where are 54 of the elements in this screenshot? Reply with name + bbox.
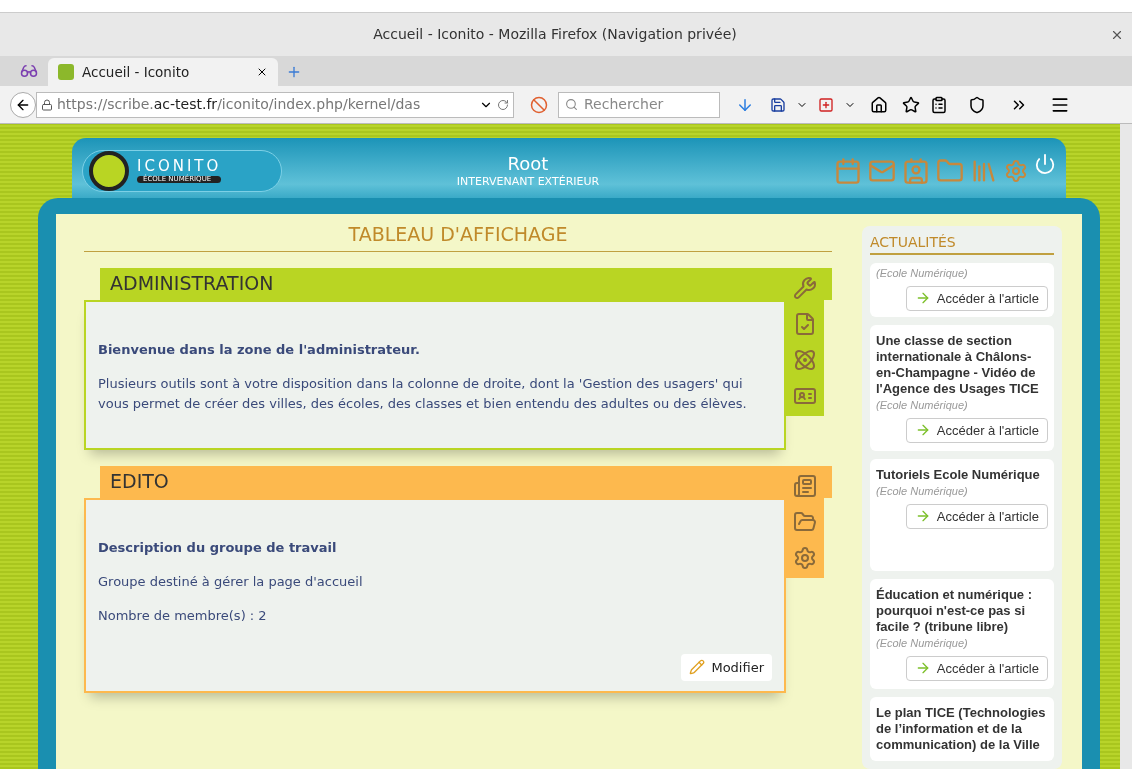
- folder-icon[interactable]: [793, 509, 817, 534]
- panel-text: Bienvenue dans la zone de l'administrateur.: [98, 340, 421, 359]
- edit-button[interactable]: Modifier: [681, 653, 772, 681]
- panel-text: Nombre de membre(s) : 2: [98, 606, 268, 625]
- scrollbar[interactable]: [1120, 124, 1132, 769]
- atom-icon[interactable]: [793, 347, 817, 372]
- panel-header: ADMINISTRATION: [100, 267, 832, 300]
- settings-icon[interactable]: [793, 545, 817, 570]
- news-title: ACTUALITÉS: [870, 232, 1054, 255]
- page-title: TABLEAU D'AFFICHAGE: [84, 220, 832, 252]
- user-role: INTERVENANT EXTÉRIEUR: [456, 175, 600, 190]
- panel-text: Groupe destiné à gérer la page d'accueil: [98, 572, 364, 591]
- tab-title: Accueil - Iconito: [82, 62, 191, 82]
- bookmark-star-icon[interactable]: [902, 95, 920, 114]
- close-tab-icon[interactable]: [256, 66, 268, 78]
- shield-icon[interactable]: [968, 95, 986, 114]
- news-headline[interactable]: Une classe de section internationale à Châlons-en-Champagne - Vidéo de l'Agence des Usages TICE: [876, 333, 1048, 397]
- read-article-button[interactable]: Accéder à l'article: [905, 417, 1048, 443]
- window-title: Accueil - Iconito - Mozilla Firefox (Navigation privée): [372, 25, 738, 44]
- search-field[interactable]: Rechercher: [558, 91, 720, 118]
- url-field[interactable]: https://scribe.ac-test.fr/iconito/index.php/kernel/das: [36, 91, 514, 118]
- news-source: (Ecole Numérique): [876, 484, 969, 499]
- blocked-icon[interactable]: [530, 95, 548, 114]
- new-tab-icon[interactable]: [286, 64, 302, 80]
- read-article-button[interactable]: Accéder à l'article: [905, 655, 1048, 681]
- power-icon[interactable]: [1034, 153, 1056, 175]
- logo-name: ICONITO: [137, 159, 222, 174]
- search-icon: [565, 98, 578, 111]
- pencil-icon: [689, 659, 706, 676]
- home-icon[interactable]: [870, 95, 888, 114]
- news-source: (Ecole Numérique): [876, 398, 969, 413]
- browser-tab[interactable]: Accueil - Iconito: [48, 58, 278, 86]
- lock-icon: [41, 98, 53, 111]
- wrench-icon[interactable]: [793, 275, 817, 300]
- plus-square-icon[interactable]: [818, 96, 834, 113]
- reload-icon[interactable]: [497, 98, 509, 111]
- news-source: (Ecole Numérique): [876, 266, 969, 281]
- read-article-button[interactable]: Accéder à l'article: [905, 503, 1048, 529]
- back-icon[interactable]: [10, 91, 36, 118]
- newspaper-icon[interactable]: [793, 473, 817, 498]
- url-text: https://scribe.ac-test.fr/iconito/index.php/kernel/das: [57, 95, 422, 114]
- panel-text: Description du groupe de travail: [98, 538, 338, 557]
- news-source: (Ecole Numérique): [876, 636, 969, 651]
- clipboard-icon[interactable]: [930, 95, 948, 114]
- news-headline[interactable]: Tutoriels Ecole Numérique: [876, 467, 1048, 483]
- news-headline[interactable]: Le plan TICE (Technologies de l’information et de la communication) de la Ville: [876, 705, 1048, 753]
- panel-text: Plusieurs outils sont à votre disposition dans la colonne de droite, dont la 'Gestion des usagers' qui vous permet de créer des villes, des écoles, des classes et bien entendu des adultes ou des élèves.: [98, 374, 748, 413]
- read-article-button[interactable]: Accéder à l'article: [905, 285, 1048, 311]
- save-icon[interactable]: [770, 96, 786, 113]
- panel-header: EDITO: [100, 465, 832, 498]
- favicon-icon: [58, 64, 74, 80]
- news-headline[interactable]: Éducation et numérique : pourquoi n'est-ce pas si facile ? (tribune libre): [876, 587, 1048, 635]
- document-check-icon[interactable]: [793, 311, 817, 336]
- user-name: Root: [507, 152, 549, 175]
